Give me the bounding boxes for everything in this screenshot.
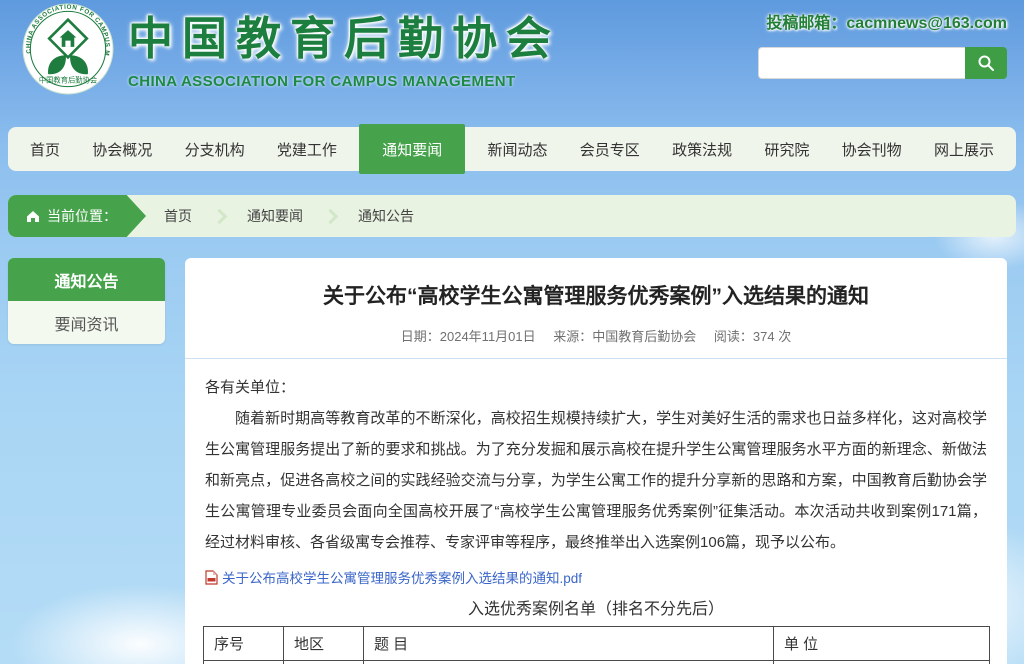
article-paragraph: 随着新时期高等教育改革的不断深化，高校招生规模持续扩大，学生对美好生活的需求也日… bbox=[205, 403, 987, 558]
table-header-row: 序号 地区 题 目 单 位 bbox=[204, 627, 990, 661]
breadcrumb-item-notices[interactable]: 通知要闻 bbox=[247, 206, 303, 226]
home-icon bbox=[26, 210, 40, 223]
chevron-right-icon bbox=[212, 208, 228, 224]
nav-item-notices[interactable]: 通知要闻 bbox=[359, 124, 465, 174]
breadcrumb-item-announcements[interactable]: 通知公告 bbox=[358, 206, 414, 226]
search-input[interactable] bbox=[758, 47, 965, 79]
breadcrumb: 当前位置： 首页 通知要闻 通知公告 bbox=[8, 195, 1016, 237]
col-header-title: 题 目 bbox=[364, 627, 774, 661]
nav-item-policies[interactable]: 政策法规 bbox=[662, 139, 742, 160]
sidebar-item-announcements[interactable]: 通知公告 bbox=[8, 258, 165, 301]
table-row: 1 新时代高校学生社区安全教育工作的创新探索——以清华大学 清华大学学生社区管理… bbox=[204, 661, 990, 664]
cell-unit: 清华大学学生社区管理服务中 bbox=[774, 661, 990, 664]
nav-item-exhibition[interactable]: 网上展示 bbox=[924, 139, 1004, 160]
article-source: 来源：中国教育后勤协会 bbox=[553, 329, 696, 344]
breadcrumb-label: 当前位置： bbox=[47, 206, 117, 226]
nav-item-home[interactable]: 首页 bbox=[20, 139, 70, 160]
article-meta: 日期：2024年11月01日 来源：中国教育后勤协会 阅读：374 次 bbox=[215, 326, 977, 345]
site-title: 中国教育后勤协会 bbox=[128, 2, 560, 67]
search-button[interactable] bbox=[965, 47, 1007, 79]
attachment-link[interactable]: 关于公布高校学生公寓管理服务优秀案例入选结果的通知.pdf bbox=[222, 567, 582, 587]
breadcrumb-item-home[interactable]: 首页 bbox=[164, 206, 192, 226]
article-body: 各有关单位： 随着新时期高等教育改革的不断深化，高校招生规模持续扩大，学生对美好… bbox=[185, 359, 1007, 558]
nav-item-members[interactable]: 会员专区 bbox=[570, 139, 650, 160]
nav-item-branches[interactable]: 分支机构 bbox=[175, 139, 255, 160]
col-header-region: 地区 bbox=[284, 627, 364, 661]
sidebar-item-news[interactable]: 要闻资讯 bbox=[8, 301, 165, 344]
nav-item-party[interactable]: 党建工作 bbox=[267, 139, 347, 160]
pdf-file-icon bbox=[205, 570, 218, 585]
svg-text:中国教育后勤协会: 中国教育后勤协会 bbox=[39, 75, 98, 84]
cell-number: 1 bbox=[204, 661, 284, 664]
nav-item-institute[interactable]: 研究院 bbox=[754, 139, 819, 160]
article-views: 阅读：374 次 bbox=[714, 329, 791, 344]
article-title: 关于公布“高校学生公寓管理服务优秀案例”入选结果的通知 bbox=[215, 280, 977, 310]
association-logo-icon: CHINA ASSOCIATION FOR CAMPUS MANAGEMENT … bbox=[22, 3, 114, 95]
article-date: 日期：2024年11月01日 bbox=[401, 329, 536, 344]
chevron-right-icon bbox=[323, 208, 339, 224]
salutation: 各有关单位： bbox=[205, 372, 987, 403]
brand-block: 中国教育后勤协会 CHINA ASSOCIATION FOR CAMPUS MA… bbox=[128, 2, 560, 90]
nav-item-publications[interactable]: 协会刊物 bbox=[832, 139, 912, 160]
article-panel: 关于公布“高校学生公寓管理服务优秀案例”入选结果的通知 日期：2024年11月0… bbox=[185, 258, 1007, 664]
article-header: 关于公布“高校学生公寓管理服务优秀案例”入选结果的通知 日期：2024年11月0… bbox=[185, 258, 1007, 359]
table-caption: 入选优秀案例名单（排名不分先后） bbox=[185, 595, 1007, 619]
page: CHINA ASSOCIATION FOR CAMPUS MANAGEMENT … bbox=[0, 0, 1024, 664]
cell-title: 新时代高校学生社区安全教育工作的创新探索——以清华大学 bbox=[364, 661, 774, 664]
nav-item-news[interactable]: 新闻动态 bbox=[477, 139, 557, 160]
breadcrumb-badge: 当前位置： bbox=[8, 195, 146, 237]
nav-item-about[interactable]: 协会概况 bbox=[82, 139, 162, 160]
col-header-number: 序号 bbox=[204, 627, 284, 661]
sidebar: 通知公告 要闻资讯 bbox=[8, 258, 165, 344]
attachment-row: 关于公布高校学生公寓管理服务优秀案例入选结果的通知.pdf bbox=[185, 558, 1007, 587]
site-header: CHINA ASSOCIATION FOR CAMPUS MANAGEMENT … bbox=[0, 0, 1024, 120]
search-bar bbox=[758, 47, 1007, 79]
main-nav: 首页 协会概况 分支机构 党建工作 通知要闻 新闻动态 会员专区 政策法规 研究… bbox=[8, 127, 1016, 171]
contact-email: 投稿邮箱：cacmnews@163.com bbox=[766, 9, 1007, 33]
cases-table: 序号 地区 题 目 单 位 1 新时代高校学生社区安全教育工作的创新探索——以清… bbox=[203, 626, 990, 664]
site-subtitle: CHINA ASSOCIATION FOR CAMPUS MANAGEMENT bbox=[128, 73, 560, 90]
col-header-unit: 单 位 bbox=[774, 627, 990, 661]
cell-region bbox=[284, 661, 364, 664]
search-icon bbox=[977, 54, 995, 72]
